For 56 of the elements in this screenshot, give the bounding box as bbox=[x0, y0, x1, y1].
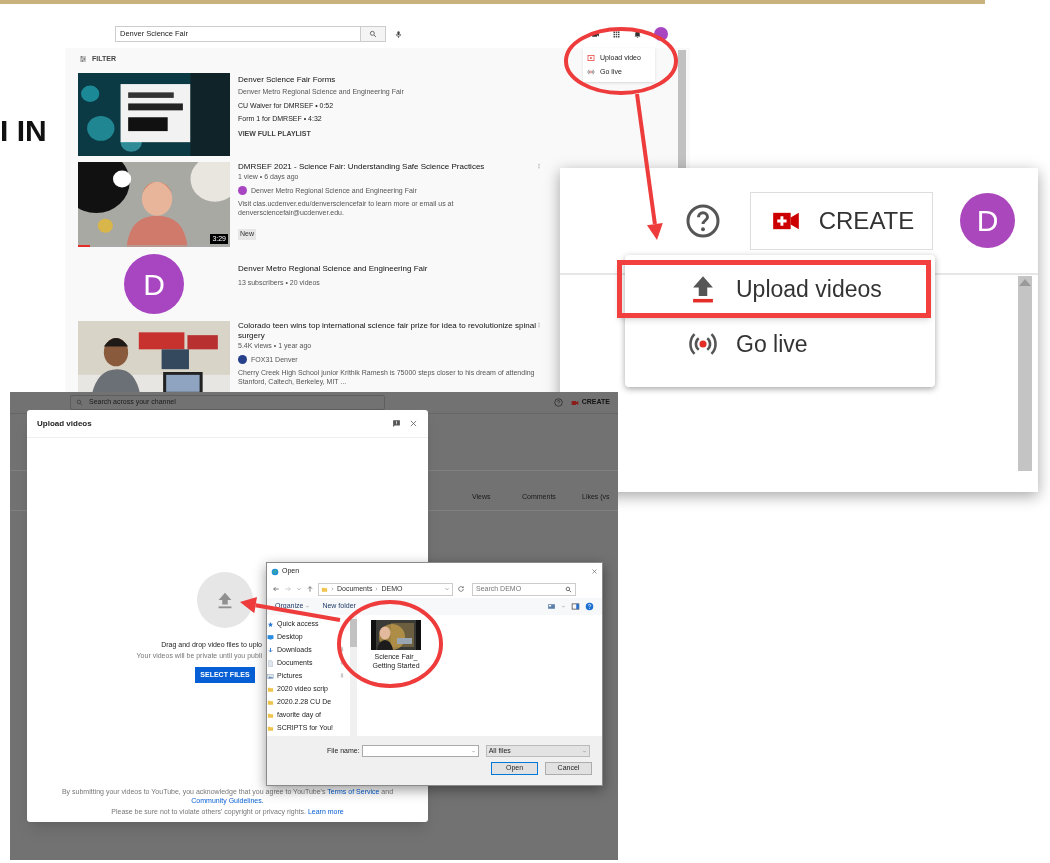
pin-icon bbox=[339, 647, 345, 653]
heading-text: I IN bbox=[0, 116, 47, 146]
up-icon bbox=[306, 585, 314, 593]
back-icon bbox=[272, 585, 280, 593]
chevron-icon bbox=[330, 586, 335, 592]
video-title[interactable]: Colorado teen wins top international science fair prize for idea to revolutionize spinal surgery bbox=[238, 321, 538, 341]
avatar[interactable]: D bbox=[960, 193, 1015, 248]
video-title[interactable]: DMRSEF 2021 - Science Fair: Understanding Safe Science Practices bbox=[238, 162, 538, 172]
document-icon bbox=[267, 660, 274, 667]
chevron-icon bbox=[374, 586, 380, 592]
bell-icon bbox=[633, 29, 642, 39]
search-icon bbox=[76, 399, 83, 406]
help-icon bbox=[585, 602, 594, 611]
feedback-icon bbox=[392, 419, 401, 428]
caret-icon bbox=[305, 604, 311, 609]
preview-pane-icon bbox=[571, 602, 580, 611]
video-camera-icon bbox=[570, 398, 579, 407]
video-title[interactable]: Denver Science Fair Forms bbox=[238, 74, 668, 86]
desktop-icon bbox=[267, 634, 274, 641]
forward-icon bbox=[284, 585, 292, 593]
apps-grid-icon bbox=[612, 29, 621, 39]
menu-item[interactable]: Upload videos bbox=[617, 260, 931, 318]
help-icon bbox=[685, 202, 721, 239]
pin-icon bbox=[339, 673, 345, 679]
close-icon bbox=[409, 419, 418, 428]
download-icon bbox=[267, 647, 274, 654]
picture-icon bbox=[267, 673, 274, 680]
file-name-field[interactable] bbox=[361, 745, 479, 757]
dialog-title: Upload videos bbox=[37, 417, 92, 430]
video-icon bbox=[587, 54, 595, 62]
search-icon bbox=[369, 30, 377, 38]
channel-avatar[interactable]: D bbox=[124, 254, 184, 314]
caret-icon bbox=[296, 586, 302, 592]
channel-avatar[interactable] bbox=[238, 186, 247, 196]
refresh-icon bbox=[457, 585, 465, 593]
channel-avatar[interactable] bbox=[238, 355, 247, 365]
help-icon bbox=[553, 398, 563, 407]
microphone-icon bbox=[394, 29, 403, 39]
caret-icon bbox=[561, 604, 566, 609]
filter-icon bbox=[79, 55, 87, 63]
caret-icon bbox=[581, 748, 587, 754]
upload-icon[interactable] bbox=[197, 572, 253, 628]
caret-icon bbox=[470, 748, 476, 754]
close-icon bbox=[591, 568, 598, 575]
star-icon bbox=[267, 621, 274, 628]
pin-icon bbox=[339, 660, 345, 666]
caret-icon bbox=[444, 586, 450, 592]
browser-icon bbox=[271, 567, 279, 576]
folder-icon bbox=[321, 585, 328, 593]
view-icon bbox=[547, 602, 556, 611]
search-button[interactable] bbox=[361, 26, 386, 42]
search-icon bbox=[565, 585, 572, 593]
broadcast-icon bbox=[587, 68, 595, 76]
create-button[interactable]: CREATE bbox=[750, 191, 933, 250]
channel-title[interactable]: Denver Metro Regional Science and Engineering Fair bbox=[238, 263, 428, 276]
menu-item[interactable]: Go live bbox=[617, 318, 931, 370]
